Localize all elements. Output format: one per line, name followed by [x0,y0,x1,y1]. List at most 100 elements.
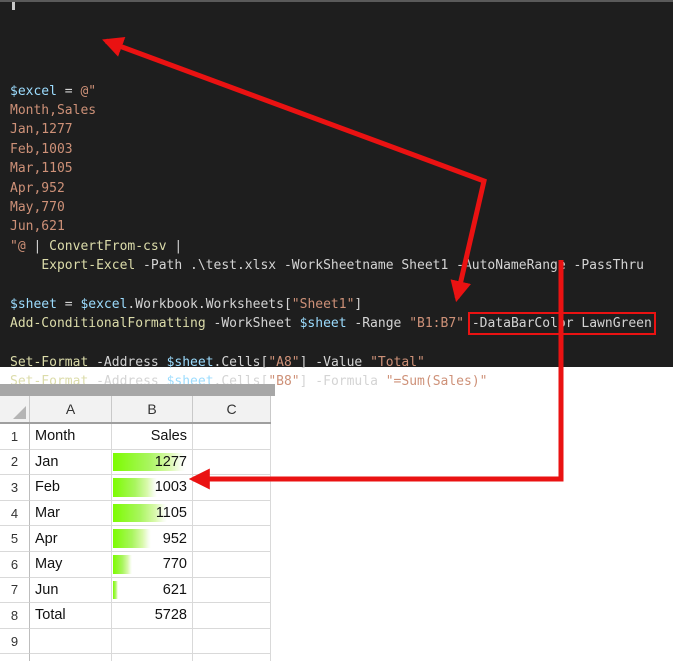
code-token: "Sheet1" [292,297,355,312]
cell-A8[interactable]: Total [30,603,112,629]
code-line: $excel = @" [10,82,673,101]
conditional-format-databar [113,555,132,574]
row-header-6[interactable]: 6 [0,552,30,578]
code-token: Add-ConditionalFormatting [10,316,206,331]
cell-value: 621 [163,582,187,598]
sheet-row: 1Month Sales [0,424,271,450]
sheet-row [0,654,271,661]
cell-Ax[interactable] [30,654,112,661]
code-token: = [57,84,80,99]
cell-A2[interactable]: Jan [30,450,112,476]
row-header-5[interactable]: 5 [0,526,30,552]
window-edge-highlight [12,2,15,10]
code-line: Feb,1003 [10,140,673,159]
sheet-row: 5Apr952 [0,526,271,552]
code-token: -Path .\test.xlsx -WorkSheetname Sheet1 … [135,258,644,273]
code-token [10,258,41,273]
code-token: -WorkSheet [206,316,300,331]
code-line: "@ | ConvertFrom-csv | [10,237,673,256]
cell-value: 770 [163,556,187,572]
cell-A3[interactable]: Feb [30,475,112,501]
cell-C5[interactable] [193,526,271,552]
code-token: Apr,952 [10,181,65,196]
cell-B1[interactable]: Sales [112,424,193,450]
code-line: Jun,621 [10,217,673,236]
code-line: Mar,1105 [10,159,673,178]
code-token: $sheet [300,316,347,331]
code-token: "B1:B7" [409,316,464,331]
code-line: Apr,952 [10,179,673,198]
code-line: May,770 [10,198,673,217]
code-line: Month,Sales [10,101,673,120]
row-header-9[interactable]: 9 [0,629,30,655]
cell-B5[interactable]: 952 [112,526,193,552]
row-header-2[interactable]: 2 [0,450,30,476]
sheet-row: 8Total 5728 [0,603,271,629]
code-line: Add-ConditionalFormatting -WorkSheet $sh… [10,314,673,333]
cell-C1[interactable] [193,424,271,450]
sheet-row: 3Feb 1003 [0,475,271,501]
column-header-b[interactable]: B [112,396,193,422]
cell-A9[interactable] [30,629,112,655]
cell-value: Sales [151,428,187,444]
cell-B8[interactable]: 5728 [112,603,193,629]
code-token: $excel [10,84,57,99]
code-token: Month,Sales [10,103,96,118]
row-header-1[interactable]: 1 [0,424,30,450]
code-token: @" [80,84,96,99]
cell-B7[interactable]: 621 [112,578,193,604]
code-token: -Range [347,316,410,331]
sheet-row: 4Mar 1105 [0,501,271,527]
code-token: .Cells[ [214,355,269,370]
cell-value: 5728 [155,607,187,623]
code-line: Jan,1277 [10,120,673,139]
cell-value: 1003 [155,479,187,495]
row-header-4[interactable]: 4 [0,501,30,527]
code-token: ] -Value [300,355,370,370]
conditional-format-databar [113,478,157,497]
cell-C8[interactable] [193,603,271,629]
cell-C2[interactable] [193,450,271,476]
cell-B3[interactable]: 1003 [112,475,193,501]
cell-B2[interactable]: 1277 [112,450,193,476]
cell-value: 1277 [155,454,187,470]
cell-C4[interactable] [193,501,271,527]
row-header-7[interactable]: 7 [0,578,30,604]
cell-B9[interactable] [112,629,193,655]
cell-B6[interactable]: 770 [112,552,193,578]
cell-C9[interactable] [193,629,271,655]
code-token: .Workbook.Worksheets[ [127,297,291,312]
cell-A5[interactable]: Apr [30,526,112,552]
column-header-c[interactable]: C [193,396,271,422]
column-header-a[interactable]: A [30,396,112,422]
conditional-format-databar [113,529,151,548]
code-token: "=Sum(Sales)" [386,374,488,389]
conditional-format-databar [113,581,118,600]
cell-A6[interactable]: May [30,552,112,578]
cell-Bx[interactable] [112,654,193,661]
sheet-row: 7Jun 621 [0,578,271,604]
code-token: = [57,297,80,312]
select-all-triangle-icon [13,406,26,419]
cell-B4[interactable]: 1105 [112,501,193,527]
row-header-blank[interactable] [0,654,30,661]
cell-C7[interactable] [193,578,271,604]
code-token: $excel [80,297,127,312]
code-token: Mar,1105 [10,161,73,176]
cell-C6[interactable] [193,552,271,578]
code-token: -Address [88,355,166,370]
cell-A1[interactable]: Month [30,424,112,450]
select-all-corner[interactable] [0,396,30,422]
cell-value: 1105 [156,505,187,521]
row-header-8[interactable]: 8 [0,603,30,629]
code-token: Feb,1003 [10,142,73,157]
excel-top-strip [0,384,275,396]
row-header-3[interactable]: 3 [0,475,30,501]
code-token: | [26,239,49,254]
cell-Cx[interactable] [193,654,271,661]
code-line: Set-Format -Address $sheet.Cells["A8"] -… [10,353,673,372]
code-editor[interactable]: $excel = @" Month,Sales Jan,1277 Feb,1003 Ma… [0,0,673,367]
cell-A7[interactable]: Jun [30,578,112,604]
cell-A4[interactable]: Mar [30,501,112,527]
cell-C3[interactable] [193,475,271,501]
